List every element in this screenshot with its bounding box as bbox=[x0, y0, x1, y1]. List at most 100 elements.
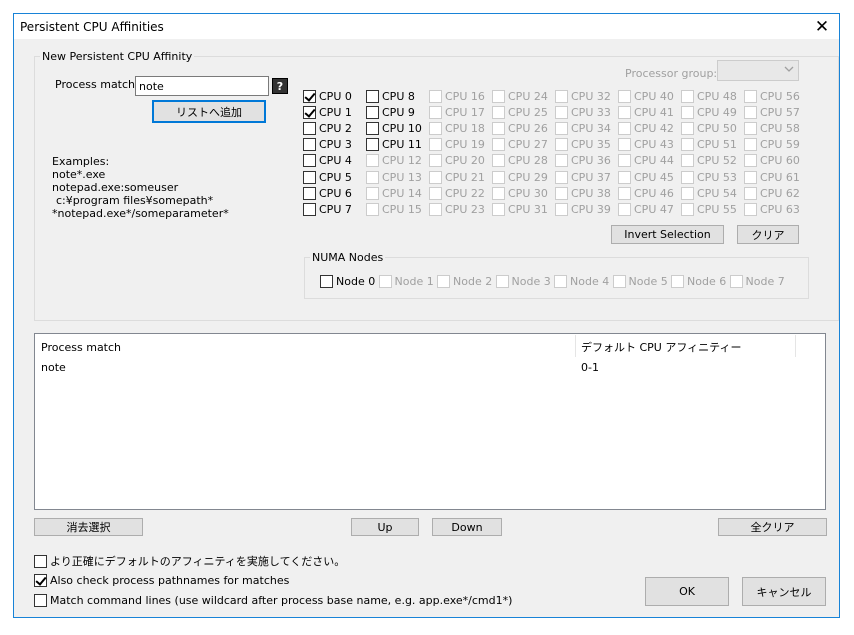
checkbox-unchecked[interactable] bbox=[744, 121, 757, 135]
cpu-checkbox[interactable]: CPU 36 bbox=[555, 153, 611, 169]
cpu-checkbox[interactable]: CPU 52 bbox=[681, 153, 737, 169]
checkbox-unchecked[interactable] bbox=[429, 121, 442, 135]
cpu-checkbox[interactable]: CPU 22 bbox=[429, 185, 485, 201]
checkbox-unchecked[interactable] bbox=[618, 186, 631, 200]
cpu-checkbox[interactable]: CPU 34 bbox=[555, 120, 611, 136]
checkbox-unchecked[interactable] bbox=[492, 154, 505, 168]
checkbox-unchecked[interactable] bbox=[366, 105, 379, 119]
checkbox-unchecked[interactable] bbox=[366, 89, 379, 103]
checkbox-unchecked[interactable] bbox=[378, 274, 392, 288]
cpu-checkbox[interactable]: CPU 12 bbox=[366, 153, 422, 169]
checkbox-unchecked[interactable] bbox=[303, 121, 316, 135]
checkbox-unchecked[interactable] bbox=[303, 154, 316, 168]
checkbox-unchecked[interactable] bbox=[618, 105, 631, 119]
cpu-checkbox[interactable]: CPU 49 bbox=[681, 104, 737, 120]
checkbox-unchecked[interactable] bbox=[366, 121, 379, 135]
cpu-checkbox[interactable]: CPU 28 bbox=[492, 153, 548, 169]
checkbox-unchecked[interactable] bbox=[492, 105, 505, 119]
checkbox-unchecked[interactable] bbox=[555, 154, 568, 168]
checkbox-unchecked[interactable] bbox=[492, 170, 505, 184]
checkbox-unchecked[interactable] bbox=[429, 89, 442, 103]
checkbox-checked[interactable] bbox=[303, 105, 316, 119]
checkbox-unchecked[interactable] bbox=[34, 554, 47, 568]
checkbox-unchecked[interactable] bbox=[303, 170, 316, 184]
cpu-checkbox[interactable]: CPU 5 bbox=[303, 169, 352, 185]
cpu-checkbox[interactable]: CPU 0 bbox=[303, 88, 352, 104]
up-button[interactable]: Up bbox=[351, 518, 419, 536]
checkbox-unchecked[interactable] bbox=[671, 274, 684, 288]
table-row[interactable]: note 0-1 bbox=[36, 360, 824, 376]
checkbox-unchecked[interactable] bbox=[492, 138, 505, 152]
cpu-checkbox[interactable]: CPU 48 bbox=[681, 88, 737, 104]
checkbox-unchecked[interactable] bbox=[554, 274, 567, 288]
option-checkbox[interactable]: より正確にデフォルトのアフィニティを実施してください。 bbox=[34, 553, 345, 569]
cpu-checkbox[interactable]: CPU 31 bbox=[492, 201, 548, 217]
add-to-list-button[interactable]: リストへ追加 bbox=[152, 100, 266, 123]
cpu-checkbox[interactable]: CPU 46 bbox=[618, 185, 674, 201]
clear-cpu-button[interactable]: クリア bbox=[737, 225, 799, 244]
checkbox-unchecked[interactable] bbox=[744, 89, 757, 103]
checkbox-unchecked[interactable] bbox=[744, 170, 757, 184]
checkbox-unchecked[interactable] bbox=[744, 105, 757, 119]
close-button[interactable]: ✕ bbox=[805, 14, 839, 39]
checkbox-unchecked[interactable] bbox=[429, 170, 442, 184]
cpu-checkbox[interactable]: CPU 20 bbox=[429, 153, 485, 169]
checkbox-unchecked[interactable] bbox=[429, 138, 442, 152]
cpu-checkbox[interactable]: CPU 13 bbox=[366, 169, 422, 185]
cpu-checkbox[interactable]: CPU 55 bbox=[681, 201, 737, 217]
checkbox-unchecked[interactable] bbox=[303, 186, 316, 200]
help-icon[interactable]: ? bbox=[272, 78, 288, 94]
checkbox-unchecked[interactable] bbox=[681, 89, 694, 103]
cpu-checkbox[interactable]: CPU 3 bbox=[303, 137, 352, 153]
cpu-checkbox[interactable]: CPU 43 bbox=[618, 137, 674, 153]
cpu-checkbox[interactable]: CPU 14 bbox=[366, 185, 422, 201]
cpu-checkbox[interactable]: CPU 35 bbox=[555, 137, 611, 153]
checkbox-unchecked[interactable] bbox=[729, 274, 743, 288]
cpu-checkbox[interactable]: CPU 1 bbox=[303, 104, 352, 120]
cpu-checkbox[interactable]: CPU 60 bbox=[744, 153, 800, 169]
cpu-checkbox[interactable]: CPU 25 bbox=[492, 104, 548, 120]
cpu-checkbox[interactable]: CPU 16 bbox=[429, 88, 485, 104]
checkbox-unchecked[interactable] bbox=[681, 138, 694, 152]
checkbox-unchecked[interactable] bbox=[429, 186, 442, 200]
column-header-affinity[interactable]: デフォルト CPU アフィニティー bbox=[581, 335, 741, 359]
numa-node-checkbox[interactable]: Node 4 bbox=[554, 273, 609, 289]
option-checkbox[interactable]: Also check process pathnames for matches bbox=[34, 572, 289, 588]
cpu-checkbox[interactable]: CPU 57 bbox=[744, 104, 800, 120]
checkbox-unchecked[interactable] bbox=[34, 593, 47, 607]
numa-node-checkbox[interactable]: Node 0 bbox=[320, 273, 375, 289]
cpu-checkbox[interactable]: CPU 26 bbox=[492, 120, 548, 136]
cpu-checkbox[interactable]: CPU 18 bbox=[429, 120, 485, 136]
cpu-checkbox[interactable]: CPU 41 bbox=[618, 104, 674, 120]
cpu-checkbox[interactable]: CPU 39 bbox=[555, 201, 611, 217]
checkbox-unchecked[interactable] bbox=[681, 170, 694, 184]
numa-node-checkbox[interactable]: Node 2 bbox=[437, 273, 492, 289]
clear-all-button[interactable]: 全クリア bbox=[718, 518, 827, 536]
cpu-checkbox[interactable]: CPU 37 bbox=[555, 169, 611, 185]
checkbox-unchecked[interactable] bbox=[555, 170, 568, 184]
invert-selection-button[interactable]: Invert Selection bbox=[611, 225, 724, 244]
checkbox-unchecked[interactable] bbox=[555, 121, 568, 135]
checkbox-checked[interactable] bbox=[303, 89, 316, 103]
checkbox-unchecked[interactable] bbox=[744, 154, 757, 168]
cpu-checkbox[interactable]: CPU 40 bbox=[618, 88, 674, 104]
checkbox-unchecked[interactable] bbox=[495, 274, 509, 288]
checkbox-unchecked[interactable] bbox=[366, 170, 379, 184]
checkbox-unchecked[interactable] bbox=[744, 138, 757, 152]
numa-node-checkbox[interactable]: Node 3 bbox=[495, 273, 551, 289]
cpu-checkbox[interactable]: CPU 58 bbox=[744, 120, 800, 136]
checkbox-unchecked[interactable] bbox=[366, 138, 379, 152]
checkbox-unchecked[interactable] bbox=[681, 121, 694, 135]
cancel-button[interactable]: キャンセル bbox=[742, 577, 826, 606]
affinity-list[interactable]: Process match デフォルト CPU アフィニティー note 0-1 bbox=[34, 333, 826, 510]
processor-group-select[interactable] bbox=[717, 60, 799, 81]
checkbox-unchecked[interactable] bbox=[492, 121, 505, 135]
checkbox-unchecked[interactable] bbox=[618, 154, 631, 168]
checkbox-unchecked[interactable] bbox=[429, 105, 442, 119]
checkbox-unchecked[interactable] bbox=[618, 202, 631, 216]
cpu-checkbox[interactable]: CPU 30 bbox=[492, 185, 548, 201]
checkbox-unchecked[interactable] bbox=[681, 154, 694, 168]
cpu-checkbox[interactable]: CPU 7 bbox=[303, 201, 352, 217]
cpu-checkbox[interactable]: CPU 51 bbox=[681, 137, 737, 153]
cpu-checkbox[interactable]: CPU 2 bbox=[303, 120, 352, 136]
